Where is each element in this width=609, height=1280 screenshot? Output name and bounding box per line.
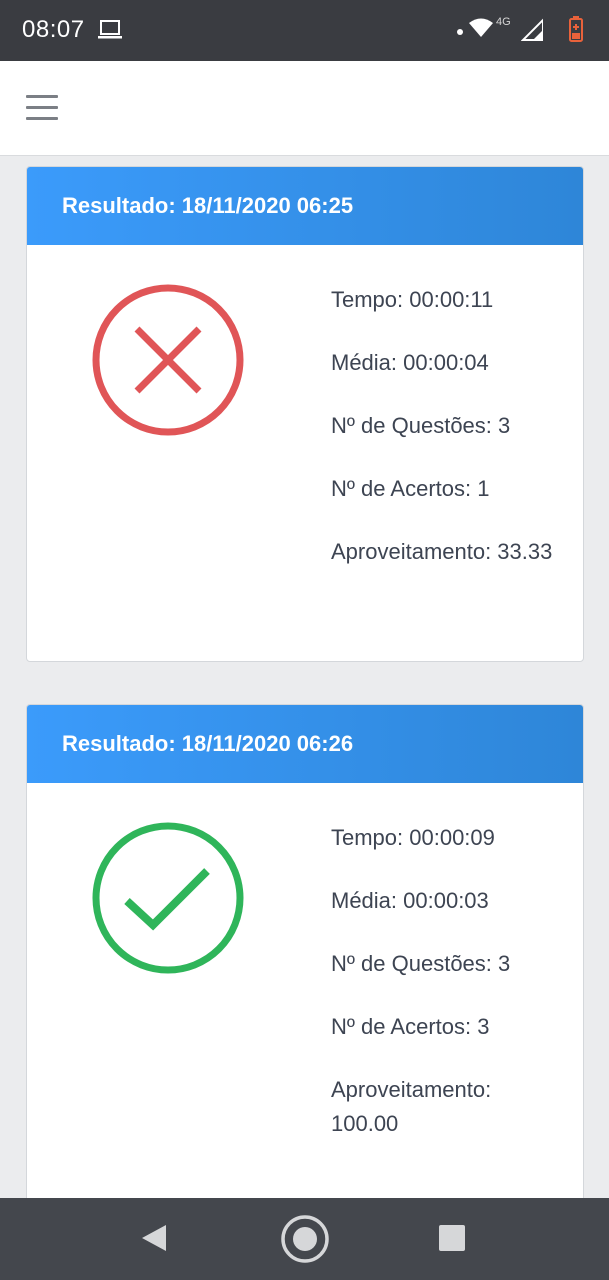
wifi-icon: [469, 18, 493, 43]
results-list[interactable]: Resultado: 18/11/2020 06:25 Tempo: 00:00…: [0, 156, 609, 1198]
stat-aproveitamento: Aproveitamento: 100.00: [331, 1077, 492, 1136]
stat-acertos: Nº de Acertos: 3: [331, 1014, 490, 1039]
hamburger-menu-icon[interactable]: [26, 95, 58, 121]
top-app-bar: [0, 61, 609, 156]
battery-icon: [569, 16, 583, 47]
stat-media: Média: 00:00:03: [331, 888, 489, 913]
recent-apps-icon[interactable]: [439, 1225, 465, 1251]
stat-questoes: Nº de Questões: 3: [331, 413, 511, 438]
card-header-title: Resultado: 18/11/2020 06:25: [27, 167, 583, 245]
result-card: Resultado: 18/11/2020 06:25 Tempo: 00:00…: [26, 166, 584, 662]
home-icon[interactable]: [279, 1213, 331, 1270]
back-icon[interactable]: [140, 1223, 168, 1258]
card-header-title: Resultado: 18/11/2020 06:26: [27, 705, 583, 783]
result-stats: Tempo: 00:00:11 Média: 00:00:04 Nº de Qu…: [331, 283, 561, 598]
network-type-label: 4G: [496, 16, 511, 28]
stat-questoes: Nº de Questões: 3: [331, 951, 511, 976]
laptop-icon: [97, 19, 123, 46]
success-check-icon: [91, 821, 245, 975]
stat-tempo: Tempo: 00:00:09: [331, 825, 495, 850]
result-stats: Tempo: 00:00:09 Média: 00:00:03 Nº de Qu…: [331, 821, 561, 1170]
stat-tempo: Tempo: 00:00:11: [331, 287, 494, 312]
notification-dot-icon: [457, 29, 463, 35]
status-time: 08:07: [22, 16, 85, 43]
stat-aproveitamento: Aproveitamento: 33.33: [331, 539, 553, 564]
stat-media: Média: 00:00:04: [331, 350, 489, 375]
stat-acertos: Nº de Acertos: 1: [331, 476, 490, 501]
result-card: Resultado: 18/11/2020 06:26 Tempo: 00:00…: [26, 704, 584, 1198]
status-bar: 08:07 4G: [0, 0, 609, 61]
signal-icon: [520, 17, 544, 47]
system-nav-bar: [0, 1198, 609, 1280]
error-x-icon: [91, 283, 245, 437]
